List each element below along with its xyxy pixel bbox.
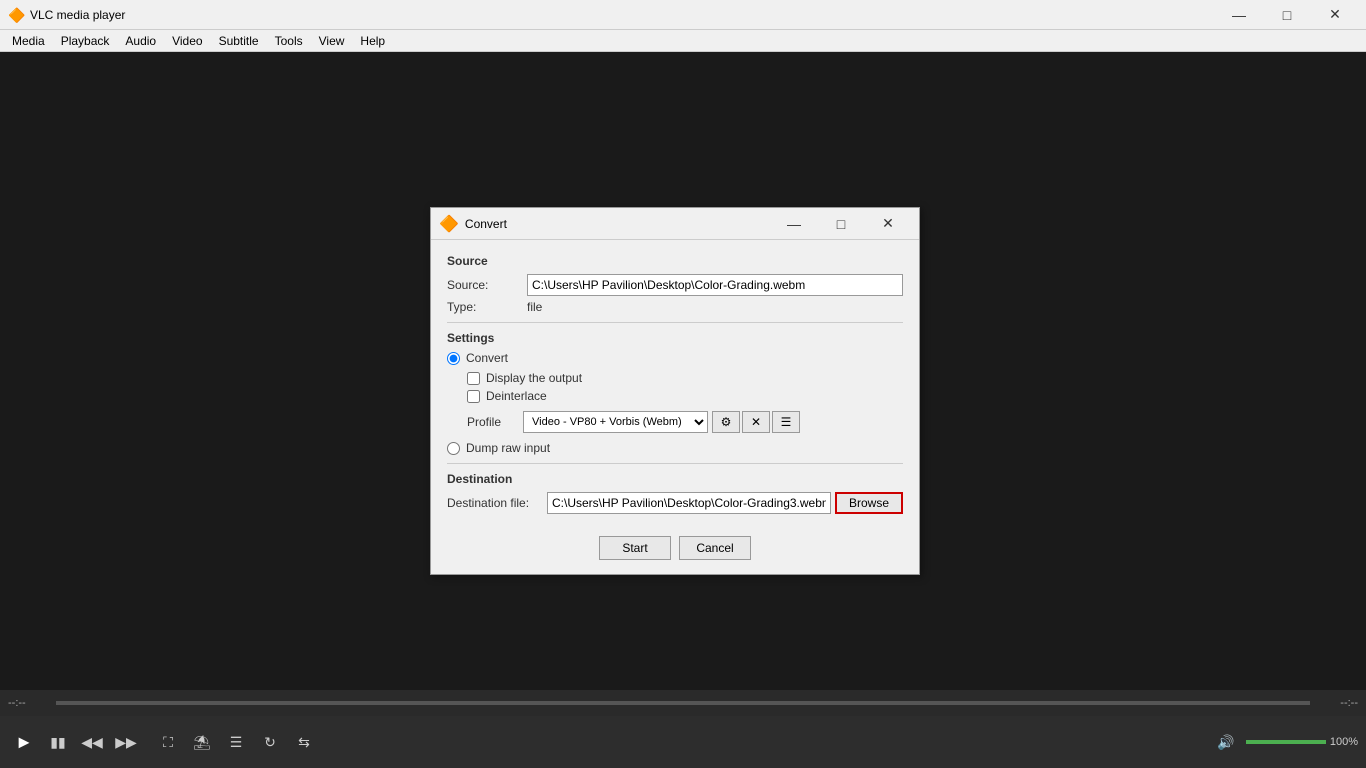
menu-playback[interactable]: Playback bbox=[53, 32, 118, 50]
deinterlace-row: Deinterlace bbox=[467, 389, 903, 403]
app-icon: 🔶 bbox=[8, 7, 24, 23]
menu-video[interactable]: Video bbox=[164, 32, 210, 50]
window-controls: — □ ✕ bbox=[1216, 1, 1358, 29]
profile-label: Profile bbox=[467, 415, 523, 429]
menu-tools[interactable]: Tools bbox=[267, 32, 311, 50]
dump-raw-radio[interactable] bbox=[447, 442, 460, 455]
close-button[interactable]: ✕ bbox=[1312, 1, 1358, 29]
deinterlace-checkbox[interactable] bbox=[467, 390, 480, 403]
destination-file-label: Destination file: bbox=[447, 496, 547, 510]
type-value: file bbox=[527, 300, 542, 314]
dialog-content: Source Source: Type: file Settings Conve… bbox=[431, 240, 919, 526]
type-row: Type: file bbox=[447, 300, 903, 314]
fullscreen-button[interactable]: ⛶ bbox=[152, 726, 184, 758]
progress-track[interactable] bbox=[56, 701, 1310, 705]
convert-dialog: 🔶 Convert — □ ✕ Source Source: Type: fil… bbox=[430, 207, 920, 575]
random-button[interactable]: ⇆ bbox=[288, 726, 320, 758]
bottom-area: --:-- --:-- ► ▮▮ ◀◀ ▶▶ ⛶ ⛱ ☰ ↻ ⇆ 🔊 100% bbox=[0, 690, 1366, 768]
time-left: --:-- bbox=[8, 697, 48, 709]
dialog-icon: 🔶 bbox=[439, 214, 459, 234]
controls-bar: ► ▮▮ ◀◀ ▶▶ ⛶ ⛱ ☰ ↻ ⇆ 🔊 100% bbox=[0, 716, 1366, 768]
convert-radio-label[interactable]: Convert bbox=[466, 351, 508, 365]
volume-fill bbox=[1246, 740, 1326, 744]
dialog-minimize-button[interactable]: — bbox=[771, 210, 817, 238]
dialog-maximize-button[interactable]: □ bbox=[818, 210, 864, 238]
dialog-title-bar: 🔶 Convert — □ ✕ bbox=[431, 208, 919, 240]
cancel-button[interactable]: Cancel bbox=[679, 536, 751, 560]
dump-raw-label[interactable]: Dump raw input bbox=[466, 441, 550, 455]
destination-section: Destination Destination file: Browse bbox=[447, 472, 903, 514]
title-bar: 🔶 VLC media player — □ ✕ bbox=[0, 0, 1366, 30]
profile-buttons: ⚙ ✕ ☰ bbox=[712, 411, 800, 433]
destination-input[interactable] bbox=[547, 492, 831, 514]
display-output-label[interactable]: Display the output bbox=[486, 371, 582, 385]
profile-select[interactable]: Video - VP80 + Vorbis (Webm) Video - H.2… bbox=[523, 411, 708, 433]
maximize-button[interactable]: □ bbox=[1264, 1, 1310, 29]
display-output-row: Display the output bbox=[467, 371, 903, 385]
profile-edit-button[interactable]: ⚙ bbox=[712, 411, 740, 433]
main-area: 🔶 Convert — □ ✕ Source Source: Type: fil… bbox=[0, 52, 1366, 690]
divider-2 bbox=[447, 463, 903, 464]
convert-radio[interactable] bbox=[447, 352, 460, 365]
browse-button[interactable]: Browse bbox=[835, 492, 903, 514]
dialog-controls: — □ ✕ bbox=[771, 210, 911, 238]
loop-button[interactable]: ↻ bbox=[254, 726, 286, 758]
source-input[interactable] bbox=[527, 274, 903, 296]
dump-raw-row: Dump raw input bbox=[447, 441, 903, 455]
source-label: Source: bbox=[447, 278, 527, 292]
menu-help[interactable]: Help bbox=[352, 32, 393, 50]
dialog-footer: Start Cancel bbox=[431, 526, 919, 574]
divider-1 bbox=[447, 322, 903, 323]
menu-subtitle[interactable]: Subtitle bbox=[211, 32, 267, 50]
destination-row: Destination file: Browse bbox=[447, 492, 903, 514]
extended-settings-button[interactable]: ⛱ bbox=[186, 726, 218, 758]
type-label: Type: bbox=[447, 300, 527, 314]
source-section-label: Source bbox=[447, 254, 903, 268]
play-button[interactable]: ► bbox=[8, 726, 40, 758]
settings-section-label: Settings bbox=[447, 331, 903, 345]
progress-bar-area: --:-- --:-- bbox=[0, 690, 1366, 716]
time-right: --:-- bbox=[1318, 697, 1358, 709]
prev-button[interactable]: ◀◀ bbox=[76, 726, 108, 758]
convert-radio-row: Convert bbox=[447, 351, 903, 365]
playlist-button[interactable]: ☰ bbox=[220, 726, 252, 758]
app-title: VLC media player bbox=[30, 8, 1216, 22]
menu-audio[interactable]: Audio bbox=[117, 32, 164, 50]
profile-row: Profile Video - VP80 + Vorbis (Webm) Vid… bbox=[467, 411, 903, 433]
destination-section-label: Destination bbox=[447, 472, 903, 486]
next-button[interactable]: ▶▶ bbox=[110, 726, 142, 758]
profile-delete-button[interactable]: ✕ bbox=[742, 411, 770, 433]
dialog-close-button[interactable]: ✕ bbox=[865, 210, 911, 238]
volume-bar[interactable] bbox=[1246, 740, 1326, 744]
stop-button[interactable]: ▮▮ bbox=[42, 726, 74, 758]
menu-bar: Media Playback Audio Video Subtitle Tool… bbox=[0, 30, 1366, 52]
menu-view[interactable]: View bbox=[311, 32, 353, 50]
deinterlace-label[interactable]: Deinterlace bbox=[486, 389, 547, 403]
minimize-button[interactable]: — bbox=[1216, 1, 1262, 29]
volume-section: 🔊 100% bbox=[1210, 726, 1358, 758]
volume-label: 100% bbox=[1330, 736, 1358, 748]
menu-media[interactable]: Media bbox=[4, 32, 53, 50]
start-button[interactable]: Start bbox=[599, 536, 671, 560]
volume-icon: 🔊 bbox=[1210, 726, 1242, 758]
display-output-checkbox[interactable] bbox=[467, 372, 480, 385]
settings-section: Settings Convert Display the output Dein… bbox=[447, 331, 903, 455]
source-row: Source: bbox=[447, 274, 903, 296]
profile-new-button[interactable]: ☰ bbox=[772, 411, 800, 433]
dialog-title: Convert bbox=[465, 217, 771, 231]
